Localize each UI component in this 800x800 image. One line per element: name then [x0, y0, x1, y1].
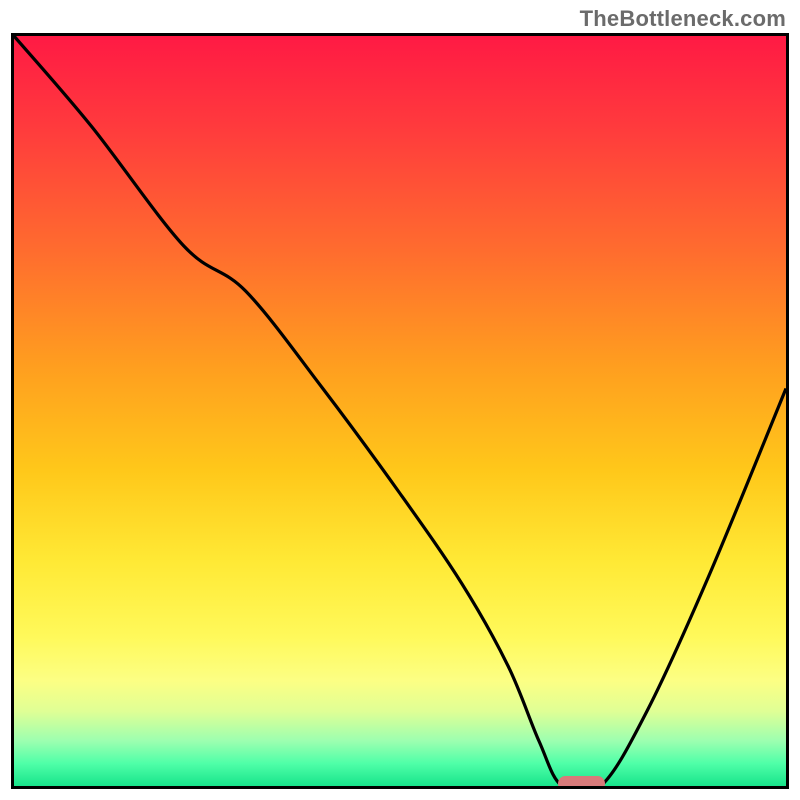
watermark-text: TheBottleneck.com	[580, 6, 786, 32]
bottleneck-curve	[14, 36, 786, 786]
optimal-range-marker	[558, 776, 604, 789]
curve-path	[14, 36, 786, 786]
chart-frame	[11, 33, 789, 789]
